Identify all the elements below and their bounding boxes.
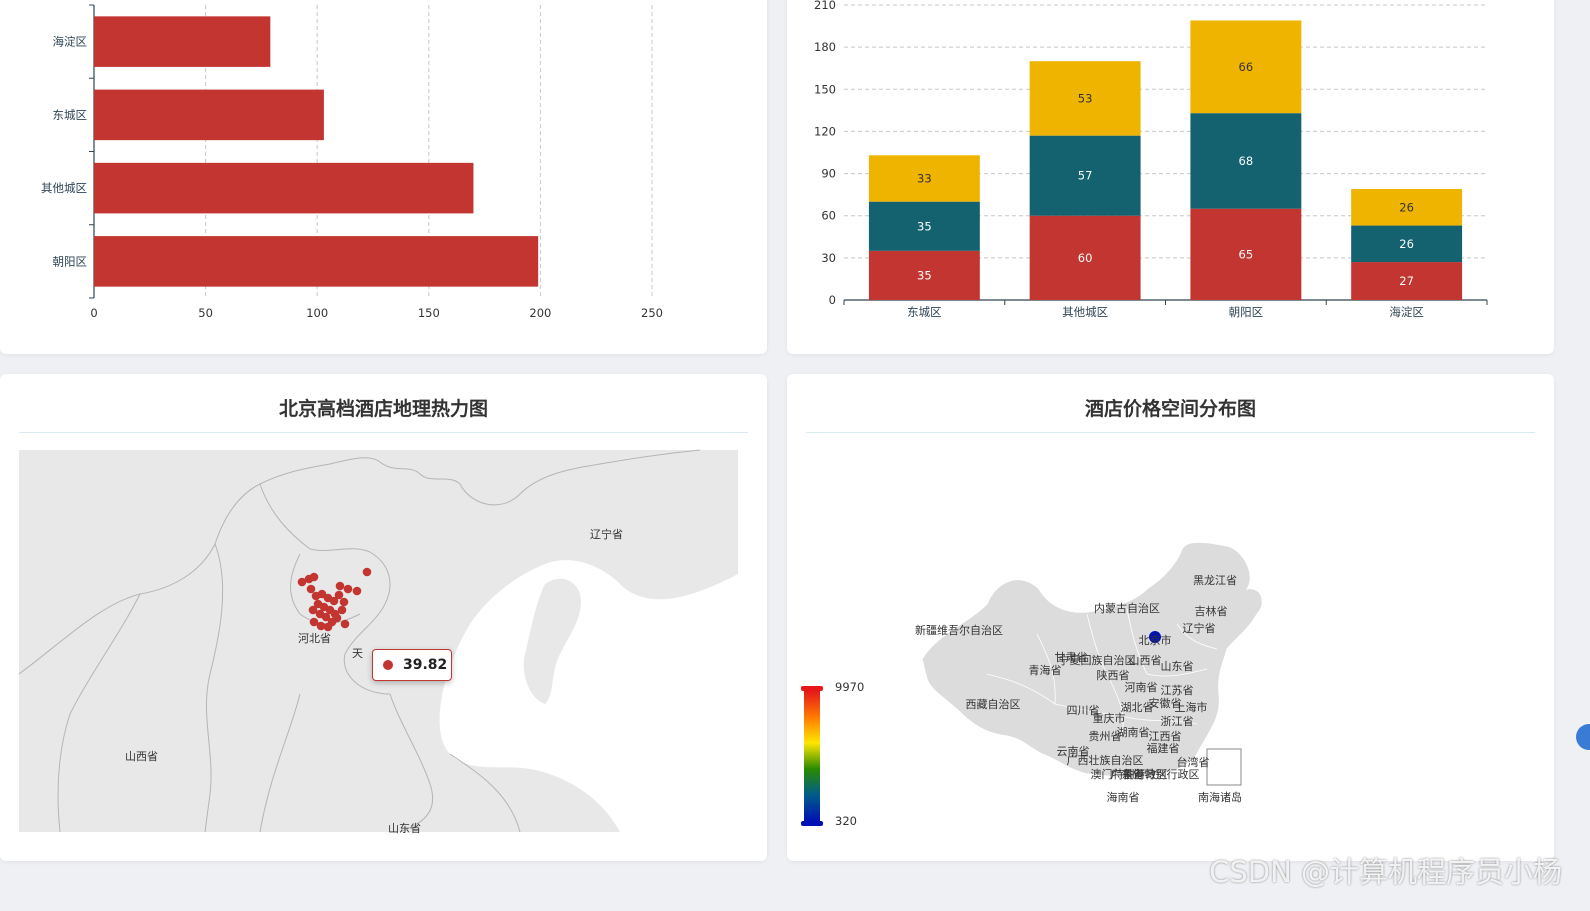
x-tick-label: 200 xyxy=(529,306,551,320)
province-label: 吉林省 xyxy=(1195,604,1228,618)
map-tooltip: 39.82 xyxy=(372,649,452,681)
hotel-point xyxy=(306,584,316,594)
segment-value-label: 26 xyxy=(1399,237,1414,251)
hotel-point xyxy=(337,605,347,615)
segment-value-label: 27 xyxy=(1399,274,1414,288)
visual-map-min: 320 xyxy=(835,814,857,828)
province-label: 黑龙江省 xyxy=(1193,574,1237,587)
province-label: 海南省 xyxy=(1107,790,1140,804)
tooltip-marker xyxy=(383,660,393,670)
x-tick-label: 0 xyxy=(90,306,97,320)
hotel-point xyxy=(340,619,350,629)
province-label: 江苏省 xyxy=(1161,684,1194,697)
visual-map-bar xyxy=(804,691,820,821)
bar xyxy=(94,16,271,67)
segment-value-label: 65 xyxy=(1239,247,1254,261)
province-label: 青海省 xyxy=(1029,663,1062,677)
heat-label-tianjin: 天 xyxy=(352,647,363,660)
hotel-point xyxy=(308,605,318,615)
heat-label-shandong: 山东省 xyxy=(388,822,421,835)
y-tick-label: 0 xyxy=(829,293,836,307)
segment-value-label: 26 xyxy=(1399,200,1414,214)
hotel-point xyxy=(339,597,349,607)
province-label: 新疆维吾尔自治区 xyxy=(915,623,1003,637)
heat-label-hebei: 河北省 xyxy=(298,632,331,645)
y-tick-label: 60 xyxy=(821,209,836,223)
bar xyxy=(94,89,324,141)
segment-value-label: 33 xyxy=(917,171,932,185)
hotel-point xyxy=(323,622,333,632)
y-tick-label: 180 xyxy=(814,40,836,54)
segment-value-label: 66 xyxy=(1239,60,1254,74)
hotel-point xyxy=(334,590,344,600)
province-label: 宁夏回族自治区 xyxy=(1059,653,1136,667)
x-category-label: 东城区 xyxy=(907,305,942,319)
province-label: 西藏自治区 xyxy=(966,697,1021,711)
segment-value-label: 57 xyxy=(1078,169,1093,183)
province-label: 河南省 xyxy=(1125,681,1158,694)
y-tick-label: 210 xyxy=(814,0,836,12)
province-label: 广西壮族自治区 xyxy=(1067,753,1144,767)
bar xyxy=(94,162,474,214)
district-hotel-count-card: 0 50 100 150 200 250 朝阳区 其他城区 东城区 海淀区 xyxy=(0,0,767,354)
hotel-point xyxy=(332,613,342,623)
visual-map-handle-top xyxy=(801,686,823,691)
province-label: 上海市 xyxy=(1175,700,1208,714)
segment-value-label: 35 xyxy=(917,268,932,282)
csdn-watermark: CSDN @计算机程序员小杨 xyxy=(1209,855,1562,889)
segment-value-label: 53 xyxy=(1078,91,1093,105)
province-label: 南海诸岛 xyxy=(1198,790,1242,804)
x-category-label: 其他城区 xyxy=(1062,305,1108,319)
province-label: 内蒙古自治区 xyxy=(1094,601,1160,615)
province-label: 浙江省 xyxy=(1161,715,1194,728)
x-category-label: 海淀区 xyxy=(1389,305,1424,319)
y-tick-label: 30 xyxy=(821,251,836,265)
y-category-label: 朝阳区 xyxy=(53,254,88,268)
x-tick-label: 100 xyxy=(306,306,328,320)
province-label: 福建省 xyxy=(1147,741,1180,755)
province-label: 辽宁省 xyxy=(1183,621,1216,635)
hotel-point xyxy=(352,586,362,596)
province-label: 陕西省 xyxy=(1097,668,1130,682)
visual-map-handle-bottom xyxy=(801,821,823,826)
y-category-label: 东城区 xyxy=(53,108,88,122)
hotel-point xyxy=(343,584,353,594)
x-tick-label: 250 xyxy=(641,306,663,320)
heat-label-shanxi: 山西省 xyxy=(125,750,158,763)
x-category-label: 朝阳区 xyxy=(1229,305,1264,319)
province-label: 重庆市 xyxy=(1093,711,1126,725)
south-sea-islands-box xyxy=(1206,748,1242,786)
heat-label-liaoning: 辽宁省 xyxy=(590,527,623,541)
province-label: 香港特别行政区 xyxy=(1123,767,1200,781)
district-stacked-card: 0 30 60 90 120 150 180 210 35 35 33 东城区 60 57 53 其他城区 65… xyxy=(787,0,1554,354)
y-tick-label: 90 xyxy=(821,167,836,181)
heatmap-card: 北京高档酒店地理热力图 辽宁省 河北省 天 山西省 山东省 xyxy=(0,374,767,861)
province-label: 湖南省 xyxy=(1117,726,1150,739)
y-category-label: 其他城区 xyxy=(41,181,87,195)
y-category-label: 海淀区 xyxy=(53,35,88,49)
side-tool-button[interactable] xyxy=(1576,724,1590,750)
bar xyxy=(94,236,539,287)
y-tick-label: 150 xyxy=(814,82,836,96)
stacked-bar-chart: 0 30 60 90 120 150 180 210 35 35 33 东城区 60 57 53 其他城区 65… xyxy=(814,0,1488,319)
segment-value-label: 60 xyxy=(1078,251,1093,265)
segment-value-label: 35 xyxy=(917,219,932,233)
china-price-map[interactable]: 9970 320 黑龙江省内蒙古自治区 吉林省辽宁省新疆维吾尔自治区北京市甘肃省宁… xyxy=(787,374,1554,861)
china-map-card: 酒店价格空间分布图 9970 320 黑龙江省 内蒙古自治区 吉林省 辽宁省 新… xyxy=(787,374,1554,861)
segment-value-label: 68 xyxy=(1239,154,1254,168)
hotel-point xyxy=(335,581,345,591)
province-label: 北京市 xyxy=(1139,633,1172,647)
y-tick-label: 120 xyxy=(814,124,836,138)
horizontal-bar-chart: 0 50 100 150 200 250 朝阳区 其他城区 东城区 海淀区 xyxy=(41,4,663,320)
beijing-heat-map[interactable]: 辽宁省 河北省 天 山西省 山东省 xyxy=(0,374,767,861)
province-label: 山西省 xyxy=(1129,654,1162,667)
tooltip-value: 39.82 xyxy=(403,657,448,673)
hotel-point xyxy=(362,567,372,577)
province-label: 台湾省 xyxy=(1177,755,1210,769)
x-tick-label: 150 xyxy=(418,306,440,320)
x-tick-label: 50 xyxy=(198,306,213,320)
hotel-point xyxy=(309,572,319,582)
visual-map-max: 9970 xyxy=(835,680,864,694)
province-label: 山东省 xyxy=(1161,660,1194,673)
